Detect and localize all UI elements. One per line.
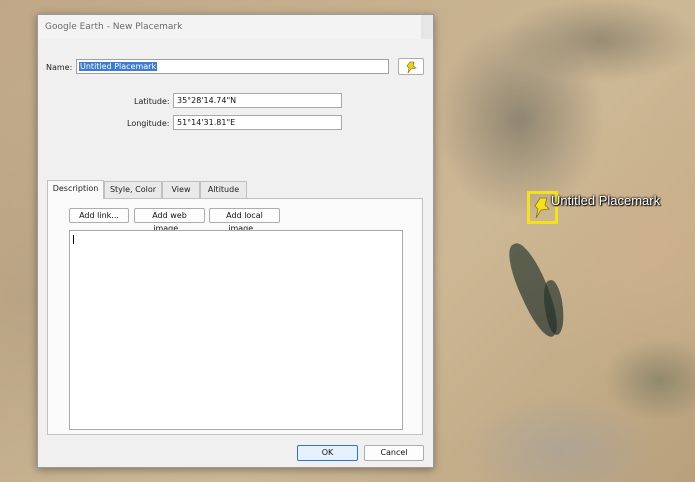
map-placemark-label: Untitled Placemark	[551, 193, 661, 208]
ok-button[interactable]: OK	[297, 445, 358, 461]
latitude-input[interactable]: 35°28'14.74"N	[173, 93, 342, 108]
titlebar-edge	[421, 15, 433, 39]
tab-description[interactable]: Description	[47, 180, 104, 199]
longitude-input[interactable]: 51°14'31.81"E	[173, 115, 342, 130]
name-input[interactable]: Untitled Placemark	[76, 59, 389, 74]
tab-style-color[interactable]: Style, Color	[104, 181, 162, 198]
tab-altitude[interactable]: Altitude	[200, 181, 247, 198]
cancel-button[interactable]: Cancel	[364, 445, 424, 461]
description-textarea[interactable]	[69, 230, 403, 430]
dialog-titlebar[interactable]: Google Earth - New Placemark	[38, 15, 433, 39]
new-placemark-dialog: Google Earth - New Placemark Name: Untit…	[37, 14, 434, 468]
description-panel: Add link... Add web image... Add local i…	[47, 198, 423, 435]
placemark-icon-button[interactable]	[398, 58, 424, 75]
longitude-label: Longitude:	[127, 119, 170, 128]
add-link-button[interactable]: Add link...	[69, 208, 129, 223]
tab-view[interactable]: View	[162, 181, 200, 198]
add-local-image-button[interactable]: Add local image...	[209, 208, 280, 233]
name-input-value: Untitled Placemark	[79, 62, 158, 71]
pushpin-icon	[406, 61, 417, 74]
text-cursor	[73, 235, 74, 244]
name-label: Name:	[46, 63, 73, 72]
latitude-label: Latitude:	[134, 97, 170, 106]
add-web-image-button[interactable]: Add web image...	[134, 208, 205, 233]
dialog-title: Google Earth - New Placemark	[45, 22, 183, 32]
